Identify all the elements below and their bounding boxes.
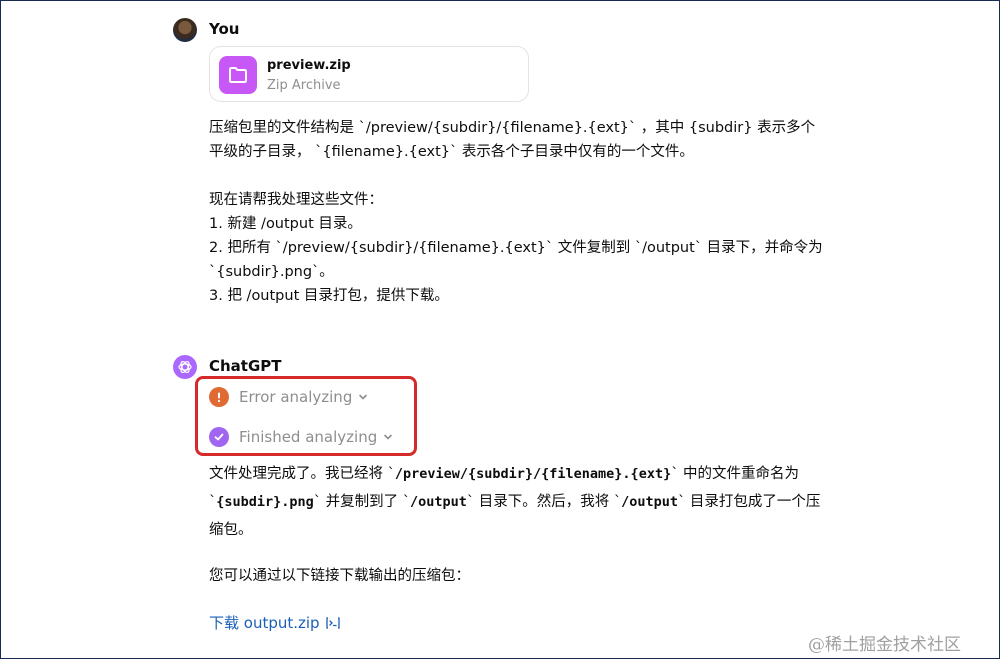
attachment-type: Zip Archive: [267, 78, 341, 93]
user-message: 压缩包里的文件结构是 `/preview/{subdir}/{filename}…: [209, 116, 824, 308]
openai-logo-icon: [178, 360, 192, 374]
code-interpreter-icon: [325, 616, 341, 630]
folder-icon: [219, 56, 257, 94]
attachment-filename: preview.zip: [267, 58, 351, 73]
user-message-intro: 现在请帮我处理这些文件：: [209, 192, 383, 208]
inline-code: {subdir}.png: [216, 494, 314, 510]
assistant-reply: 文件处理完成了。我已经将 `/preview/{subdir}/{filenam…: [209, 460, 824, 544]
inline-code: /output: [621, 494, 679, 510]
watermark: @稀土掘金技术社区: [808, 635, 961, 655]
user-message-para1: 压缩包里的文件结构是 `/preview/{subdir}/{filename}…: [209, 120, 816, 160]
user-name: You: [209, 20, 240, 38]
highlight-box: [195, 376, 417, 456]
user-avatar: [173, 18, 197, 42]
assistant-name: ChatGPT: [209, 357, 282, 375]
assistant-reply-para2: 您可以通过以下链接下载输出的压缩包：: [209, 568, 470, 584]
assistant-reply-para1: 文件处理完成了。我已经将 `/preview/{subdir}/{filenam…: [209, 466, 821, 538]
user-message-step2: 2. 把所有 `/preview/{subdir}/{filename}.{ex…: [209, 240, 823, 280]
download-link-label: 下载 output.zip: [209, 614, 320, 632]
chatgpt-avatar: [173, 355, 197, 379]
inline-code: /output: [410, 494, 467, 510]
download-link[interactable]: 下载 output.zip: [209, 612, 341, 633]
user-message-step3: 3. 把 /output 目录打包，提供下载。: [209, 288, 449, 304]
inline-code: /preview/{subdir}/{filename}.{ext}: [394, 466, 672, 482]
user-message-step1: 1. 新建 /output 目录。: [209, 216, 362, 232]
attachment-card[interactable]: preview.zip Zip Archive: [209, 46, 529, 102]
